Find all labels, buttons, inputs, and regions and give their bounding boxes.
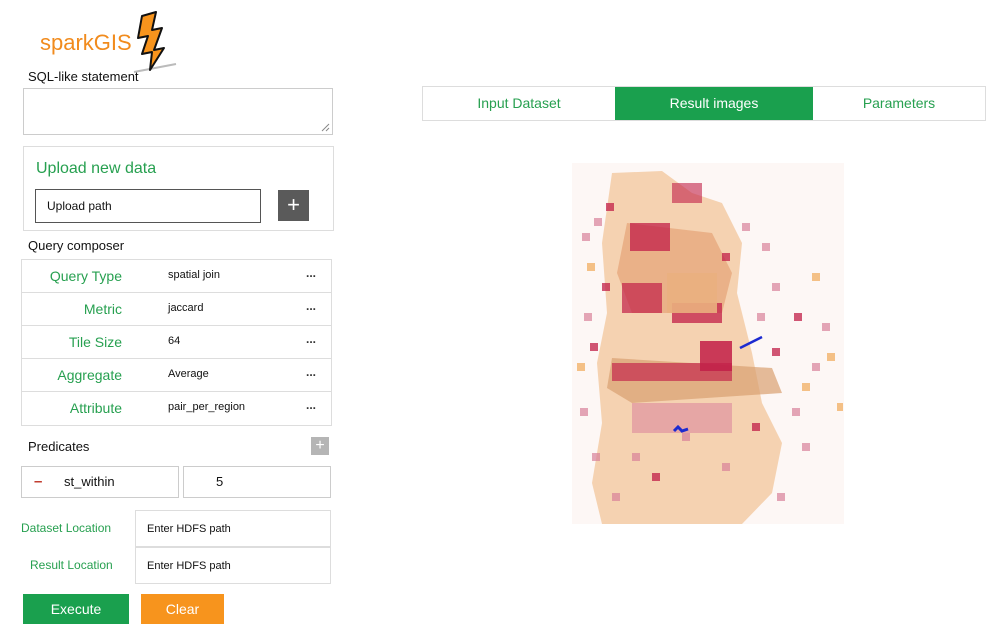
plus-icon: + [315, 437, 325, 454]
query-row-value: pair_per_region [168, 401, 246, 413]
execute-button[interactable]: Execute [23, 594, 129, 624]
predicate-name: st_within [64, 474, 115, 489]
query-composer-table: Query Type spatial join ... Metric jacca… [21, 259, 332, 426]
dataset-location-input[interactable]: Enter HDFS path [135, 510, 331, 547]
clear-button[interactable]: Clear [141, 594, 224, 624]
more-options-icon[interactable]: ... [306, 266, 316, 280]
query-row-label: Attribute [69, 400, 122, 416]
query-row-aggregate[interactable]: Aggregate Average ... [22, 359, 331, 392]
query-row-value: Average [168, 368, 209, 380]
more-options-icon[interactable]: ... [306, 398, 316, 412]
more-options-icon[interactable]: ... [306, 299, 316, 313]
plus-icon: + [287, 192, 300, 217]
predicate-name-field[interactable]: – st_within [21, 466, 179, 498]
view-tabs: Input Dataset Result images Parameters [422, 86, 986, 121]
add-predicate-button[interactable]: + [311, 437, 329, 455]
query-row-value: jaccard [168, 302, 204, 314]
resize-grip-icon[interactable] [321, 123, 330, 132]
query-row-tile-size[interactable]: Tile Size 64 ... [22, 326, 331, 359]
sql-statement-textarea[interactable] [23, 88, 333, 135]
heat-cell [612, 363, 732, 381]
query-row-value: 64 [168, 335, 181, 347]
upload-add-button[interactable]: + [278, 190, 309, 221]
minus-icon[interactable]: – [34, 467, 42, 497]
query-row-metric[interactable]: Metric jaccard ... [22, 293, 331, 326]
dataset-location-label: Dataset Location [21, 521, 112, 535]
query-row-attribute[interactable]: Attribute pair_per_region ... [22, 392, 331, 425]
upload-title: Upload new data [36, 160, 157, 177]
tab-result-images[interactable]: Result images [615, 87, 813, 120]
more-options-icon[interactable]: ... [306, 332, 316, 346]
more-options-icon[interactable]: ... [306, 365, 316, 379]
predicate-value-field[interactable]: 5 [183, 466, 331, 498]
app-logo-text: sparkGIS [40, 30, 132, 55]
query-row-label: Query Type [49, 268, 122, 284]
predicates-label: Predicates [28, 439, 90, 454]
query-row-label: Aggregate [57, 367, 122, 383]
upload-path-input[interactable]: Upload path [35, 189, 261, 223]
query-row-value: spatial join [168, 269, 220, 281]
query-row-query-type[interactable]: Query Type spatial join ... [22, 260, 331, 293]
query-row-label: Tile Size [68, 334, 122, 350]
tab-parameters[interactable]: Parameters [813, 87, 985, 120]
query-composer-label: Query composer [28, 238, 125, 253]
lightning-bolt-icon [133, 11, 177, 73]
tab-input-dataset[interactable]: Input Dataset [423, 87, 615, 120]
heat-cell [672, 183, 702, 203]
heat-cell [667, 273, 717, 313]
heat-cell [630, 223, 670, 251]
upload-panel: Upload new data Upload path + [23, 146, 334, 231]
result-location-label: Result Location [30, 558, 113, 572]
sql-statement-label: SQL-like statement [28, 69, 139, 84]
result-heatmap-image [572, 163, 844, 524]
result-location-input[interactable]: Enter HDFS path [135, 547, 331, 584]
query-row-label: Metric [83, 301, 122, 317]
heat-cell [632, 403, 732, 433]
heat-cell [622, 283, 662, 313]
